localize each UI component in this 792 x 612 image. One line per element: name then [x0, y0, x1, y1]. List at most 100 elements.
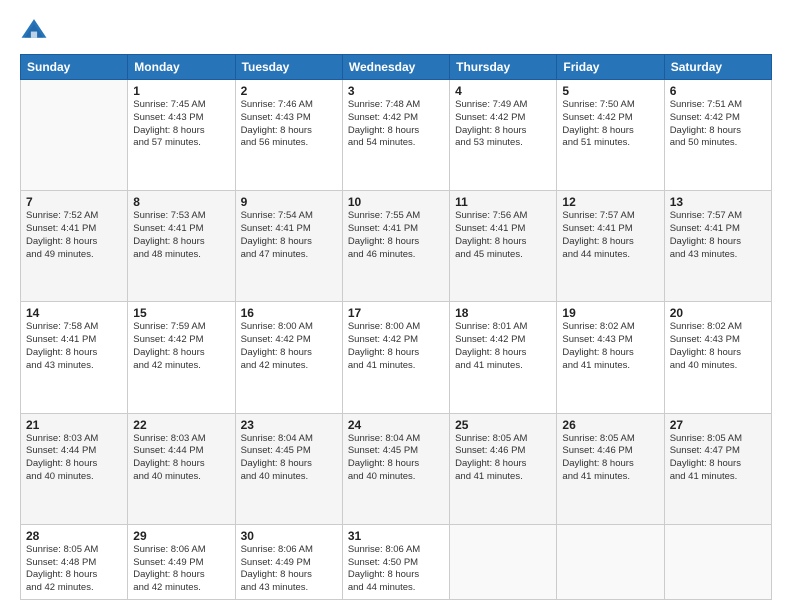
day-info: Sunrise: 7:51 AM Sunset: 4:42 PM Dayligh… — [670, 99, 766, 150]
day-info: Sunrise: 7:45 AM Sunset: 4:43 PM Dayligh… — [133, 99, 229, 150]
day-info: Sunrise: 8:06 AM Sunset: 4:49 PM Dayligh… — [133, 544, 229, 595]
day-info: Sunrise: 8:06 AM Sunset: 4:49 PM Dayligh… — [241, 544, 337, 595]
day-info: Sunrise: 7:52 AM Sunset: 4:41 PM Dayligh… — [26, 210, 122, 261]
day-number: 14 — [26, 306, 122, 320]
calendar-cell: 26Sunrise: 8:05 AM Sunset: 4:46 PM Dayli… — [557, 413, 664, 524]
page: SundayMondayTuesdayWednesdayThursdayFrid… — [0, 0, 792, 612]
calendar-table: SundayMondayTuesdayWednesdayThursdayFrid… — [20, 54, 772, 600]
calendar-cell: 19Sunrise: 8:02 AM Sunset: 4:43 PM Dayli… — [557, 302, 664, 413]
day-number: 18 — [455, 306, 551, 320]
calendar-header-sunday: Sunday — [21, 55, 128, 80]
day-number: 1 — [133, 84, 229, 98]
day-info: Sunrise: 8:05 AM Sunset: 4:46 PM Dayligh… — [562, 433, 658, 484]
day-info: Sunrise: 7:49 AM Sunset: 4:42 PM Dayligh… — [455, 99, 551, 150]
day-info: Sunrise: 7:57 AM Sunset: 4:41 PM Dayligh… — [562, 210, 658, 261]
day-number: 13 — [670, 195, 766, 209]
day-number: 28 — [26, 529, 122, 543]
calendar-cell: 7Sunrise: 7:52 AM Sunset: 4:41 PM Daylig… — [21, 191, 128, 302]
day-number: 31 — [348, 529, 444, 543]
calendar-cell: 17Sunrise: 8:00 AM Sunset: 4:42 PM Dayli… — [342, 302, 449, 413]
calendar-header-wednesday: Wednesday — [342, 55, 449, 80]
day-info: Sunrise: 7:59 AM Sunset: 4:42 PM Dayligh… — [133, 321, 229, 372]
day-number: 8 — [133, 195, 229, 209]
calendar-cell: 23Sunrise: 8:04 AM Sunset: 4:45 PM Dayli… — [235, 413, 342, 524]
day-info: Sunrise: 8:05 AM Sunset: 4:48 PM Dayligh… — [26, 544, 122, 595]
calendar-cell: 9Sunrise: 7:54 AM Sunset: 4:41 PM Daylig… — [235, 191, 342, 302]
day-number: 30 — [241, 529, 337, 543]
day-info: Sunrise: 7:58 AM Sunset: 4:41 PM Dayligh… — [26, 321, 122, 372]
calendar-cell: 31Sunrise: 8:06 AM Sunset: 4:50 PM Dayli… — [342, 524, 449, 599]
calendar-cell: 6Sunrise: 7:51 AM Sunset: 4:42 PM Daylig… — [664, 80, 771, 191]
day-number: 23 — [241, 418, 337, 432]
calendar-cell: 28Sunrise: 8:05 AM Sunset: 4:48 PM Dayli… — [21, 524, 128, 599]
calendar-week-row: 21Sunrise: 8:03 AM Sunset: 4:44 PM Dayli… — [21, 413, 772, 524]
day-info: Sunrise: 8:05 AM Sunset: 4:46 PM Dayligh… — [455, 433, 551, 484]
day-info: Sunrise: 7:54 AM Sunset: 4:41 PM Dayligh… — [241, 210, 337, 261]
day-info: Sunrise: 8:05 AM Sunset: 4:47 PM Dayligh… — [670, 433, 766, 484]
day-number: 3 — [348, 84, 444, 98]
logo-icon — [20, 16, 48, 44]
day-number: 25 — [455, 418, 551, 432]
calendar-cell — [21, 80, 128, 191]
calendar-cell: 15Sunrise: 7:59 AM Sunset: 4:42 PM Dayli… — [128, 302, 235, 413]
calendar-week-row: 14Sunrise: 7:58 AM Sunset: 4:41 PM Dayli… — [21, 302, 772, 413]
calendar-header-friday: Friday — [557, 55, 664, 80]
day-number: 19 — [562, 306, 658, 320]
calendar-cell: 4Sunrise: 7:49 AM Sunset: 4:42 PM Daylig… — [450, 80, 557, 191]
day-info: Sunrise: 8:00 AM Sunset: 4:42 PM Dayligh… — [241, 321, 337, 372]
calendar-cell: 10Sunrise: 7:55 AM Sunset: 4:41 PM Dayli… — [342, 191, 449, 302]
calendar-cell: 14Sunrise: 7:58 AM Sunset: 4:41 PM Dayli… — [21, 302, 128, 413]
day-number: 29 — [133, 529, 229, 543]
day-number: 11 — [455, 195, 551, 209]
calendar-cell — [664, 524, 771, 599]
calendar-header-saturday: Saturday — [664, 55, 771, 80]
calendar-cell: 11Sunrise: 7:56 AM Sunset: 4:41 PM Dayli… — [450, 191, 557, 302]
day-number: 4 — [455, 84, 551, 98]
day-number: 6 — [670, 84, 766, 98]
header — [20, 16, 772, 44]
day-info: Sunrise: 8:06 AM Sunset: 4:50 PM Dayligh… — [348, 544, 444, 595]
calendar-cell: 22Sunrise: 8:03 AM Sunset: 4:44 PM Dayli… — [128, 413, 235, 524]
day-info: Sunrise: 8:00 AM Sunset: 4:42 PM Dayligh… — [348, 321, 444, 372]
day-number: 15 — [133, 306, 229, 320]
calendar-cell: 20Sunrise: 8:02 AM Sunset: 4:43 PM Dayli… — [664, 302, 771, 413]
calendar-cell: 13Sunrise: 7:57 AM Sunset: 4:41 PM Dayli… — [664, 191, 771, 302]
day-number: 12 — [562, 195, 658, 209]
day-info: Sunrise: 8:03 AM Sunset: 4:44 PM Dayligh… — [26, 433, 122, 484]
calendar-cell: 3Sunrise: 7:48 AM Sunset: 4:42 PM Daylig… — [342, 80, 449, 191]
calendar-header-thursday: Thursday — [450, 55, 557, 80]
calendar-cell: 30Sunrise: 8:06 AM Sunset: 4:49 PM Dayli… — [235, 524, 342, 599]
day-number: 10 — [348, 195, 444, 209]
calendar-week-row: 28Sunrise: 8:05 AM Sunset: 4:48 PM Dayli… — [21, 524, 772, 599]
day-info: Sunrise: 8:02 AM Sunset: 4:43 PM Dayligh… — [562, 321, 658, 372]
calendar-cell: 12Sunrise: 7:57 AM Sunset: 4:41 PM Dayli… — [557, 191, 664, 302]
day-info: Sunrise: 7:56 AM Sunset: 4:41 PM Dayligh… — [455, 210, 551, 261]
day-number: 9 — [241, 195, 337, 209]
day-info: Sunrise: 7:55 AM Sunset: 4:41 PM Dayligh… — [348, 210, 444, 261]
calendar-cell: 5Sunrise: 7:50 AM Sunset: 4:42 PM Daylig… — [557, 80, 664, 191]
day-number: 7 — [26, 195, 122, 209]
calendar-header-monday: Monday — [128, 55, 235, 80]
day-info: Sunrise: 7:46 AM Sunset: 4:43 PM Dayligh… — [241, 99, 337, 150]
calendar-cell: 8Sunrise: 7:53 AM Sunset: 4:41 PM Daylig… — [128, 191, 235, 302]
day-number: 16 — [241, 306, 337, 320]
calendar-cell: 25Sunrise: 8:05 AM Sunset: 4:46 PM Dayli… — [450, 413, 557, 524]
calendar-header-tuesday: Tuesday — [235, 55, 342, 80]
day-number: 2 — [241, 84, 337, 98]
day-info: Sunrise: 8:02 AM Sunset: 4:43 PM Dayligh… — [670, 321, 766, 372]
day-number: 5 — [562, 84, 658, 98]
day-number: 27 — [670, 418, 766, 432]
calendar-cell: 18Sunrise: 8:01 AM Sunset: 4:42 PM Dayli… — [450, 302, 557, 413]
calendar-cell — [450, 524, 557, 599]
calendar-cell: 29Sunrise: 8:06 AM Sunset: 4:49 PM Dayli… — [128, 524, 235, 599]
calendar-cell: 1Sunrise: 7:45 AM Sunset: 4:43 PM Daylig… — [128, 80, 235, 191]
day-info: Sunrise: 7:57 AM Sunset: 4:41 PM Dayligh… — [670, 210, 766, 261]
day-info: Sunrise: 8:03 AM Sunset: 4:44 PM Dayligh… — [133, 433, 229, 484]
calendar-week-row: 7Sunrise: 7:52 AM Sunset: 4:41 PM Daylig… — [21, 191, 772, 302]
calendar-cell: 24Sunrise: 8:04 AM Sunset: 4:45 PM Dayli… — [342, 413, 449, 524]
calendar-cell: 21Sunrise: 8:03 AM Sunset: 4:44 PM Dayli… — [21, 413, 128, 524]
calendar-header-row: SundayMondayTuesdayWednesdayThursdayFrid… — [21, 55, 772, 80]
calendar-cell: 2Sunrise: 7:46 AM Sunset: 4:43 PM Daylig… — [235, 80, 342, 191]
day-info: Sunrise: 7:48 AM Sunset: 4:42 PM Dayligh… — [348, 99, 444, 150]
day-info: Sunrise: 8:04 AM Sunset: 4:45 PM Dayligh… — [241, 433, 337, 484]
